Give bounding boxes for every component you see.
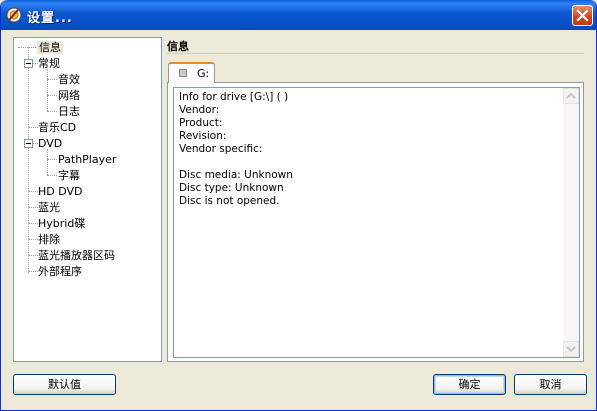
title-bar[interactable]: 设置...	[1, 0, 596, 30]
tree-connector	[47, 95, 57, 96]
restore-defaults-button[interactable]: 默认值	[13, 374, 116, 395]
vertical-scrollbar[interactable]	[563, 88, 579, 357]
tree-item-audio[interactable]: 音效	[58, 72, 80, 87]
collapse-icon[interactable]	[24, 59, 33, 68]
tree-item-label: 音效	[58, 73, 80, 86]
section-title: 信息	[167, 40, 189, 53]
tree-connector	[47, 159, 57, 160]
tree-item-label: 外部程序	[38, 265, 82, 278]
tree-connector	[47, 79, 57, 80]
tree-connector	[47, 69, 48, 111]
tab-drive-g[interactable]: G:	[168, 62, 215, 83]
close-button[interactable]	[572, 5, 593, 26]
window-title: 设置...	[27, 11, 73, 26]
dialog-body: 信息 常规 音效 网络 日志 音乐CD DVD PathPlayer 字幕 HD…	[4, 30, 594, 408]
tree-item-label: 音乐CD	[38, 121, 77, 134]
scroll-down-button[interactable]	[563, 341, 579, 357]
info-line: Product:	[179, 117, 223, 129]
arrow-up-icon	[566, 92, 576, 99]
tree-item-hd-dvd[interactable]: HD DVD	[38, 184, 83, 199]
drive-icon	[179, 69, 187, 77]
tree-connector	[28, 191, 38, 192]
tree-connector	[28, 223, 38, 224]
settings-window: 设置... 信息 常规 音效 网络 日志 音乐CD DVD PathPlayer…	[0, 0, 597, 411]
tree-item-label: 蓝光	[38, 201, 60, 214]
tree-item-label: 排除	[38, 233, 60, 246]
cancel-button[interactable]: 取消	[514, 374, 587, 395]
settings-tree[interactable]: 信息 常规 音效 网络 日志 音乐CD DVD PathPlayer 字幕 HD…	[13, 37, 162, 362]
tree-connector	[28, 271, 38, 272]
tree-item-label: Hybrid碟	[38, 217, 86, 230]
tree-item-label: DVD	[38, 137, 63, 150]
tree-connector	[47, 149, 48, 175]
tree-connector	[28, 207, 38, 208]
info-line: Info for drive [G:\] ( )	[179, 91, 289, 103]
tree-connector	[28, 239, 38, 240]
tree-item-label: 信息	[37, 41, 63, 54]
tree-item-exclude[interactable]: 排除	[38, 232, 60, 247]
tree-item-general[interactable]: 常规	[38, 56, 60, 71]
tree-item-bluray-region[interactable]: 蓝光播放器区码	[38, 248, 115, 263]
tree-item-label: HD DVD	[38, 185, 83, 198]
arrow-down-icon	[566, 346, 576, 353]
tree-connector	[28, 255, 38, 256]
tree-item-subtitles[interactable]: 字幕	[58, 168, 80, 183]
tree-connector	[47, 175, 57, 176]
tree-item-label: 网络	[58, 89, 80, 102]
tree-item-hybrid[interactable]: Hybrid碟	[38, 216, 85, 231]
app-icon	[6, 7, 22, 23]
tree-item-info[interactable]: 信息	[37, 40, 63, 55]
tree-item-external[interactable]: 外部程序	[38, 264, 82, 279]
section-divider	[167, 53, 584, 54]
tree-item-label: 字幕	[58, 169, 80, 182]
tree-connector	[28, 127, 38, 128]
info-line: Disc type: Unknown	[179, 182, 284, 194]
tab-label: G:	[197, 67, 210, 80]
info-line: Disc media: Unknown	[179, 169, 293, 181]
tree-item-dvd[interactable]: DVD	[38, 136, 62, 151]
tree-connector	[47, 111, 57, 112]
scroll-up-button[interactable]	[563, 88, 579, 104]
tree-item-label: PathPlayer	[58, 153, 117, 166]
ok-button[interactable]: 确定	[433, 374, 506, 395]
collapse-icon[interactable]	[24, 139, 33, 148]
tree-item-label: 常规	[38, 57, 60, 70]
info-line: Vendor:	[179, 104, 220, 116]
info-line: Revision:	[179, 130, 227, 142]
tree-item-label: 蓝光播放器区码	[38, 249, 115, 262]
tree-item-music-cd[interactable]: 音乐CD	[38, 120, 76, 135]
tree-item-log[interactable]: 日志	[58, 104, 80, 119]
tree-connector	[18, 47, 36, 48]
close-icon	[576, 9, 589, 22]
info-line: Disc is not opened.	[179, 195, 280, 207]
info-textbox[interactable]: Info for drive [G:\] ( ) Vendor: Product…	[173, 87, 580, 358]
tree-item-pathplayer[interactable]: PathPlayer	[58, 152, 116, 167]
tree-item-label: 日志	[58, 105, 80, 118]
tree-item-bluray[interactable]: 蓝光	[38, 200, 60, 215]
info-line: Vendor specific:	[179, 143, 263, 155]
tree-item-network[interactable]: 网络	[58, 88, 80, 103]
